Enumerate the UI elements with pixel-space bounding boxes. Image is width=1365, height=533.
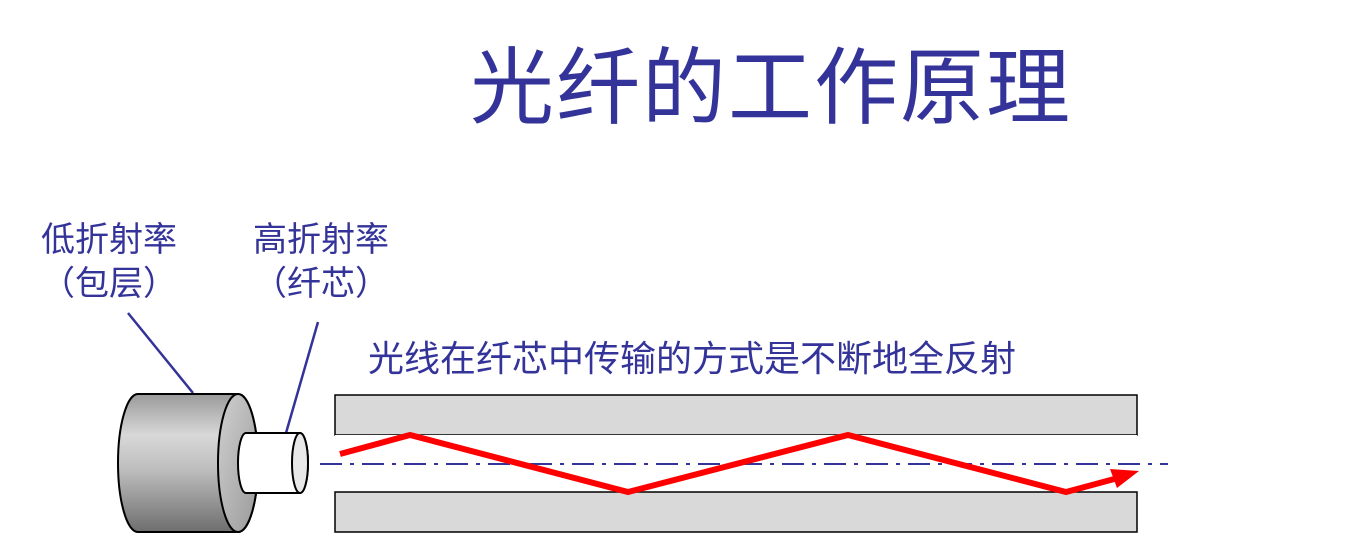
lower-cladding-band <box>334 491 1138 533</box>
core-pointer-line <box>284 321 320 434</box>
cladding-pointer-line <box>127 312 194 394</box>
core-cylinder <box>237 432 309 494</box>
upper-cladding-band <box>334 394 1138 436</box>
fiber-diagram <box>117 312 1168 533</box>
